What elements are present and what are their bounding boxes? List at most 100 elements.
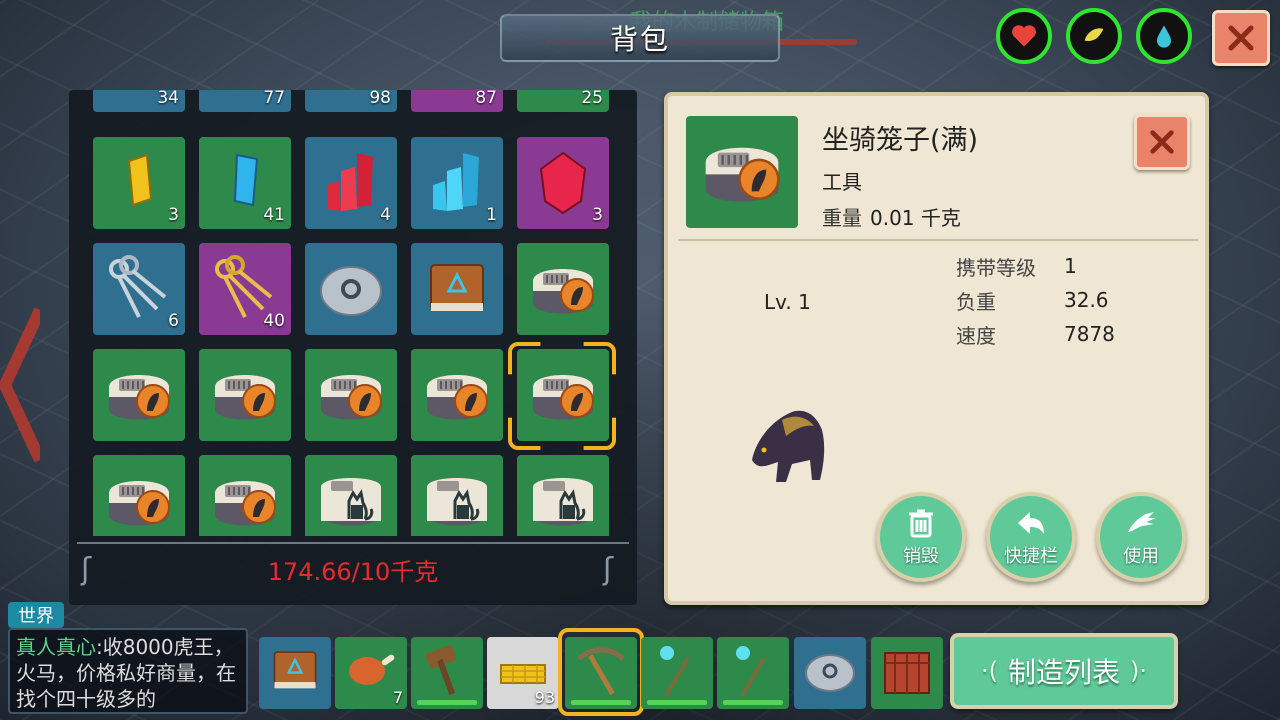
hotbar-slot[interactable]: 93 (487, 637, 559, 709)
craft-list-label: 制造列表 (1007, 656, 1120, 689)
inventory-slot[interactable] (199, 455, 291, 536)
inventory-slot[interactable]: 77 (199, 90, 291, 112)
hunger-status[interactable] (1066, 8, 1122, 64)
selection-frame (508, 342, 616, 450)
thirst-status[interactable] (1136, 8, 1192, 64)
ornament-icon: ʃ (81, 552, 92, 587)
chat-sender: 真人真心 (16, 635, 96, 659)
mount-cage-icon (207, 357, 283, 433)
yellow-crystal-icon (127, 153, 153, 207)
mount-cage-icon (207, 463, 283, 536)
inventory-slot[interactable]: 87 (411, 90, 503, 112)
inventory-slot[interactable]: 34 (93, 90, 185, 112)
item-weight: 重量 0.01 千克 (822, 202, 961, 231)
inventory-slot[interactable]: 41 (199, 137, 291, 229)
stat-row: 携带等级 1 (956, 254, 1077, 280)
book-icon (430, 264, 484, 311)
title-banner: 背包 (500, 14, 780, 62)
trash-icon (909, 509, 933, 538)
ornament-icon: )· (1130, 657, 1147, 685)
inventory-slot[interactable] (517, 455, 609, 536)
item-detail-panel: 坐骑笼子(满) 工具 重量 0.01 千克 Lv. 1 携带等级 1 负重 32.6 … (664, 92, 1209, 605)
craft-list-button[interactable]: ·( 制造列表 )· (950, 633, 1178, 709)
inventory-slot[interactable] (305, 243, 397, 335)
durability-bar (723, 700, 783, 705)
chat-box[interactable]: 真人真心:收8000虎王，火马，价格私好商量，在找个四十级多的 (8, 628, 248, 714)
magic-staff-icon (660, 646, 690, 698)
mount-cage-icon (313, 357, 389, 433)
hotbar-button[interactable]: 快捷栏 (986, 492, 1076, 582)
inventory-weight: 174.66/10千克 (267, 557, 439, 586)
use-button[interactable]: 使用 (1096, 492, 1186, 582)
mount-cage-icon (525, 251, 601, 327)
water-drop-icon (1157, 25, 1171, 48)
stat-row: 负重 32.6 (956, 288, 1109, 314)
inventory-slot[interactable]: 4 (305, 137, 397, 229)
mount-creature-preview (752, 410, 825, 482)
inventory-slot[interactable]: 40 (199, 243, 291, 335)
hotbar-selection-frame (558, 628, 644, 716)
inventory-slot[interactable] (93, 455, 185, 536)
magic-staff-icon (736, 646, 766, 698)
item-name: 坐骑笼子(满) (822, 125, 979, 156)
item-weight-label: 重量 (822, 206, 862, 230)
divider (678, 239, 1198, 241)
hotbar-slot[interactable]: 7 (335, 637, 407, 709)
inventory-slot[interactable] (305, 349, 397, 441)
inventory-slot[interactable]: 3 (93, 137, 185, 229)
cat-cage-icon (419, 463, 495, 536)
close-button[interactable] (1212, 10, 1270, 66)
wooden-hammer-icon (425, 645, 457, 695)
food-icon (1084, 28, 1104, 42)
hotbar-slot[interactable] (794, 637, 866, 709)
hotbar-slot[interactable] (411, 637, 483, 709)
destroy-button[interactable]: 销毁 (876, 492, 966, 582)
page-title: 背包 (609, 23, 670, 56)
health-status[interactable] (996, 8, 1052, 64)
inventory-slot[interactable] (411, 243, 503, 335)
hotbar-slot[interactable] (717, 637, 789, 709)
hotbar-slot[interactable] (259, 637, 331, 709)
inventory-slot[interactable] (199, 349, 291, 441)
heart-icon (1012, 25, 1036, 47)
hotbar-slot[interactable] (641, 637, 713, 709)
cat-cage-icon (313, 463, 389, 536)
chat-channel-tab[interactable]: 世界 (8, 602, 64, 628)
inventory-slot[interactable]: 98 (305, 90, 397, 112)
arrow-left-icon (1018, 512, 1044, 534)
item-icon (686, 116, 798, 228)
inventory-slot[interactable] (93, 349, 185, 441)
mount-cage-icon (419, 357, 495, 433)
detail-close-button[interactable] (1134, 114, 1190, 170)
mount-level: Lv. 1 (764, 290, 811, 314)
hotbar-slot[interactable] (871, 637, 943, 709)
ornament-icon: ʃ (603, 552, 614, 587)
red-gem-icon (539, 151, 587, 215)
mount-cage-icon (101, 357, 177, 433)
inventory-slot[interactable] (411, 349, 503, 441)
stat-row: 速度 7878 (956, 322, 1115, 348)
inventory-slot[interactable]: 3 (517, 137, 609, 229)
book-icon (273, 651, 317, 689)
close-icon (1228, 25, 1254, 51)
inventory-slot[interactable]: 6 (93, 243, 185, 335)
silver-keys-icon (109, 255, 167, 318)
cat-cage-icon (525, 463, 601, 536)
mount-stats: 携带等级 1 负重 32.6 速度 7878 (956, 249, 1115, 351)
inventory-slot[interactable] (305, 455, 397, 536)
stone-disc-icon (320, 266, 382, 316)
red-crystal-cluster-icon (327, 153, 373, 211)
mount-cage-icon (101, 463, 177, 536)
inventory-slot[interactable]: 1 (411, 137, 503, 229)
item-category: 工具 (822, 170, 862, 194)
stone-disc-icon (805, 654, 855, 692)
left-arrow-icon[interactable] (0, 300, 40, 470)
mount-cage-icon (696, 126, 788, 218)
inventory-slot[interactable] (517, 243, 609, 335)
inventory-weight-bar: ʃ 174.66/10千克 ʃ (77, 542, 629, 594)
inventory-slot[interactable] (411, 455, 503, 536)
close-icon (1150, 130, 1174, 154)
ornament-icon: ·( (980, 657, 998, 685)
inventory-slot[interactable]: 25 (517, 90, 609, 112)
inventory-grid[interactable]: 34 77 98 87 25 3 41 4 1 3 6 40 (92, 90, 617, 536)
